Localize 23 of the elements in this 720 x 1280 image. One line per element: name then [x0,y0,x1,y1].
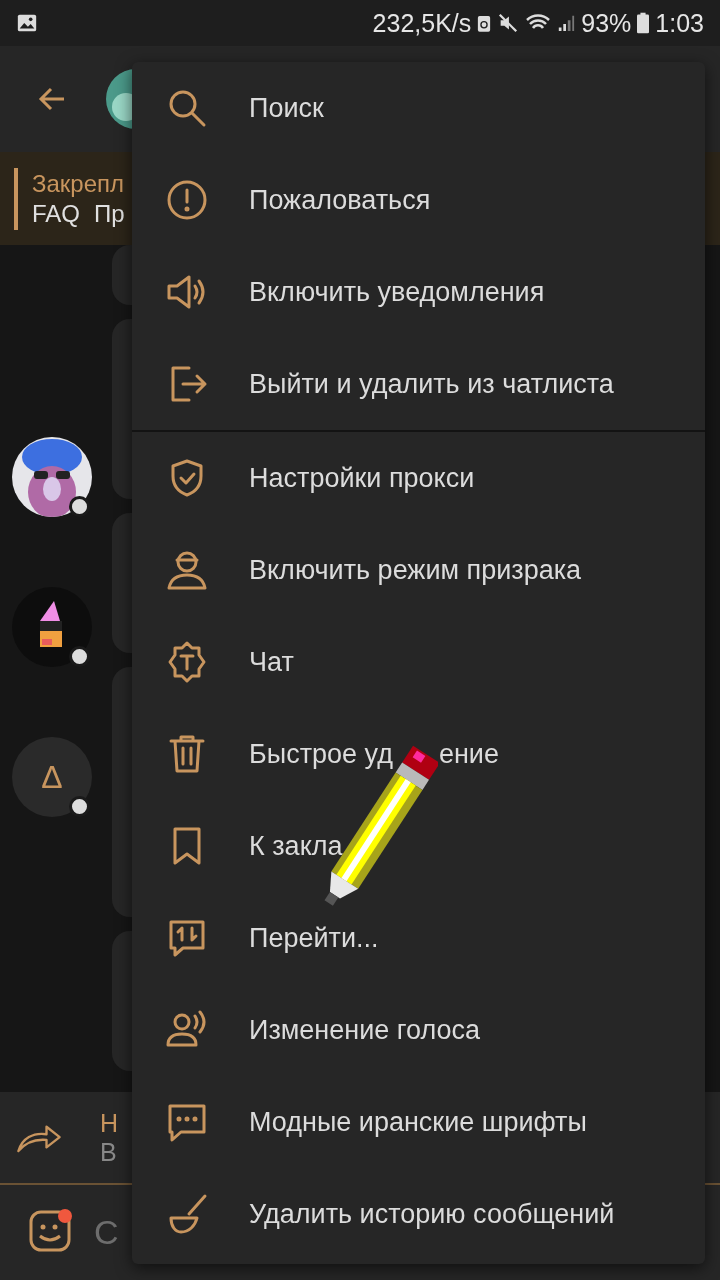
pinned-text: Пр [94,199,125,228]
menu-item-label: Модные иранские шрифты [249,1106,587,1138]
menu-item-label: Пожаловаться [249,184,431,216]
menu-item-label: К закла [249,830,343,862]
menu-item-label: Поиск [249,92,324,124]
clock: 1:03 [655,8,704,38]
menu-item-label: ение [438,738,499,770]
battery-percent: 93% [581,8,632,38]
menu-item-label: Изменение голоса [249,1014,481,1046]
avatar-letter: Δ [12,737,92,817]
menu-item-label: Чат [249,646,294,678]
menu-item-label: Быстрое уд [249,738,393,770]
menu-item-label: Настройки прокси [249,462,475,494]
menu-item-label: Перейти... [249,922,379,954]
pinned-title: Закрепл [32,169,125,198]
reply-text: В [100,1137,118,1167]
menu-item-label: Выйти и удалить из чатлиста [249,368,614,400]
menu-item-label: Включить режим призрака [249,554,582,586]
network-speed: 232,5K/s [372,8,472,38]
menu-item-label: Включить уведомления [249,276,545,308]
pinned-text: FAQ [32,199,80,228]
menu-item-label: Удалить историю сообщений [249,1198,615,1230]
reply-title: Н [100,1108,119,1138]
